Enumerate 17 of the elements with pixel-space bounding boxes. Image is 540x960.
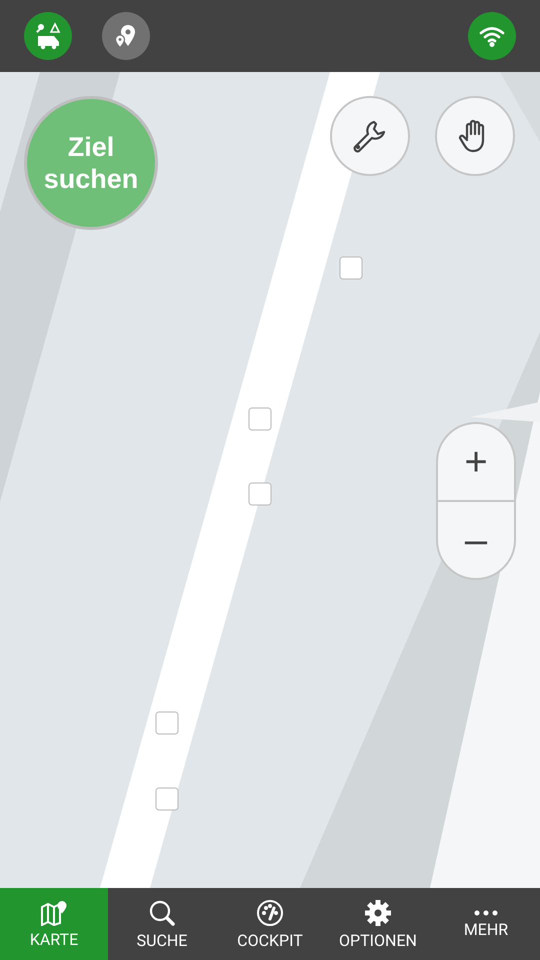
more-icon <box>472 910 500 916</box>
toolbar-button[interactable] <box>102 12 150 60</box>
nav-tab[interactable]: MEHR <box>432 888 540 960</box>
map-icon <box>40 900 68 926</box>
zoom-in-button[interactable]: + <box>438 424 514 500</box>
settings-icon <box>364 898 392 926</box>
search-icon <box>148 898 176 926</box>
zoom-out-button[interactable]: – <box>438 502 514 578</box>
toolbar-button[interactable] <box>24 12 72 60</box>
nav-tab[interactable]: COCKPIT <box>216 888 324 960</box>
nav-tab[interactable]: SUCHE <box>108 888 216 960</box>
wifi-icon <box>479 25 505 47</box>
nav-tab[interactable]: OPTIONEN <box>324 888 432 960</box>
toolbar-button[interactable] <box>468 12 516 60</box>
nav-tab[interactable]: KARTE <box>0 888 108 960</box>
gauge-icon <box>256 898 284 926</box>
camper-icon <box>34 22 62 50</box>
